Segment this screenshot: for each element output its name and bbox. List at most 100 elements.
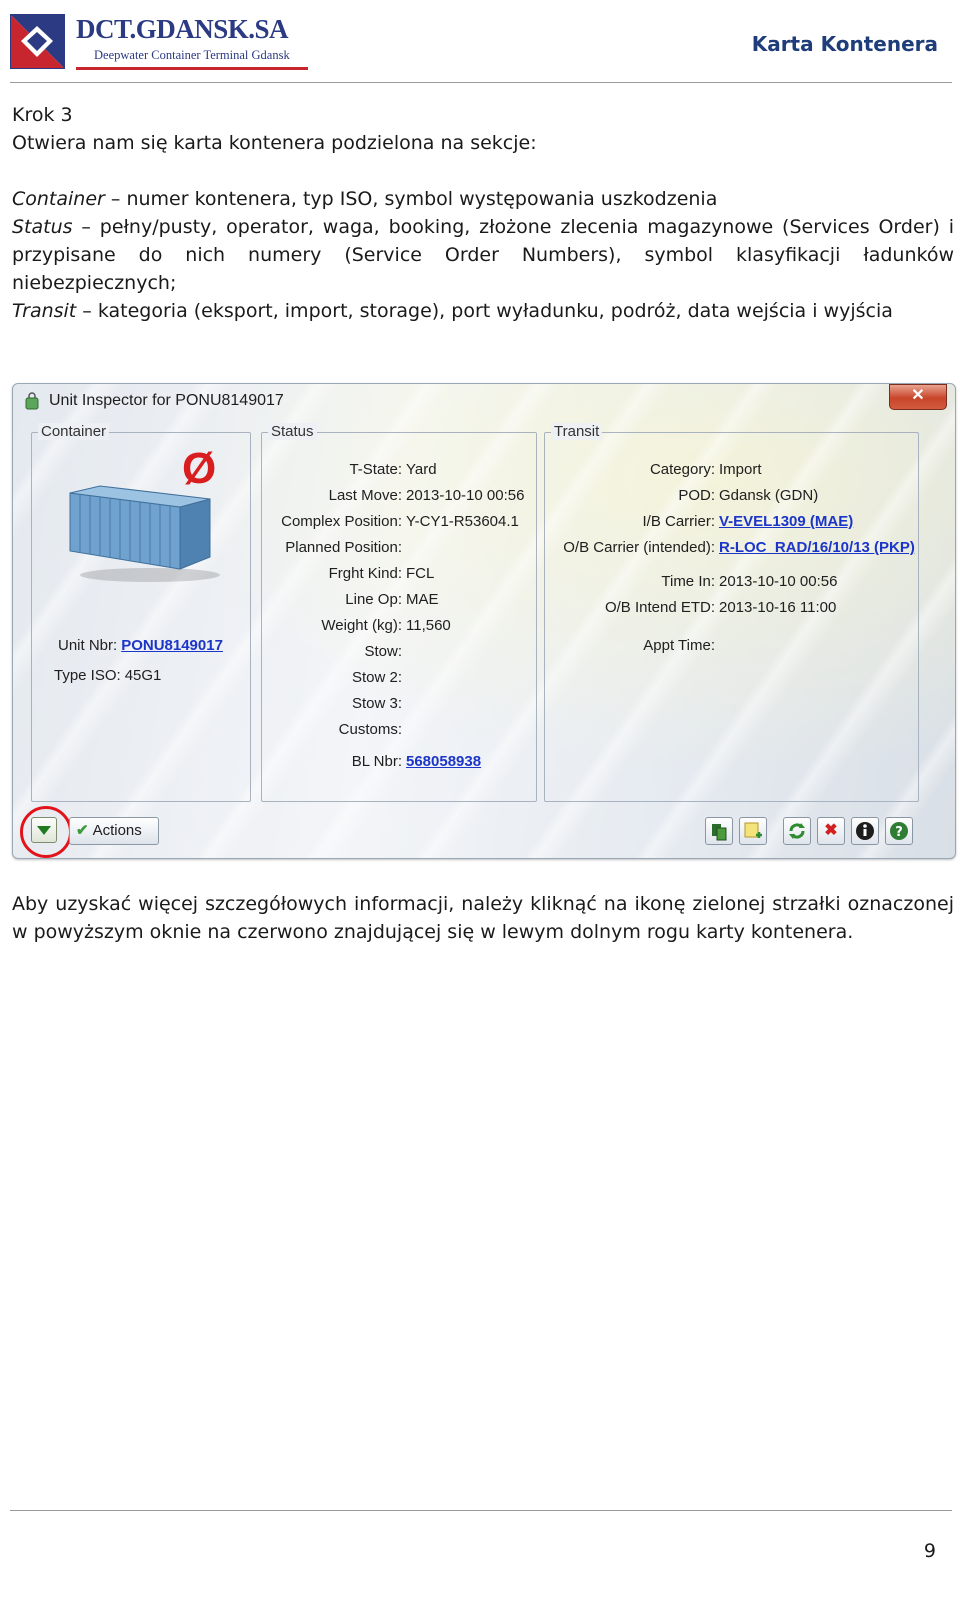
info-icon <box>856 822 874 840</box>
transit-row: O/B Intend ETD: 2013-10-16 11:00 <box>545 599 836 616</box>
status-value: Yard <box>406 461 437 478</box>
copy-icon <box>712 824 727 841</box>
unit-nbr-link[interactable]: PONU8149017 <box>121 637 223 654</box>
container-legend: Container <box>38 423 110 440</box>
status-row: Stow 2: <box>262 669 406 686</box>
unit-nbr-label: Unit Nbr: <box>58 637 118 654</box>
footer-divider <box>10 1510 952 1511</box>
transit-label: Category: <box>649 461 715 478</box>
transit-value: 2013-10-10 00:56 <box>719 573 838 590</box>
type-iso-row: Type ISO: 45G1 <box>54 667 161 684</box>
transit-label: Appt Time: <box>643 637 715 654</box>
ob-carrier-row: O/B Carrier (intended): R-LOC RAD/16/10/1… <box>545 539 915 556</box>
container-3d-icon <box>69 485 220 582</box>
status-label: Frght Kind: <box>328 565 402 582</box>
checkmark-icon: ✔ <box>76 822 89 839</box>
actions-button[interactable]: ✔ Actions <box>69 817 159 845</box>
add-note-button[interactable] <box>739 817 767 845</box>
status-label: Customs: <box>338 721 402 738</box>
status-panel: Status T-State: Yard Last Move: 2013-10-10… <box>261 423 537 802</box>
status-row: Frght Kind: FCL <box>262 565 435 582</box>
header-divider <box>10 82 952 83</box>
section-desc: – pełny/pusty, operator, waga, booking, … <box>12 216 954 294</box>
section-status: Status – pełny/pusty, operator, waga, bo… <box>12 213 954 297</box>
status-value: Y-CY1-R53604.1 <box>406 513 519 530</box>
info-button[interactable] <box>851 817 879 845</box>
svg-text:?: ? <box>895 825 903 840</box>
step-heading: Krok 3 <box>12 104 73 126</box>
help-button[interactable]: ? <box>885 817 913 845</box>
transit-label: O/B Carrier (intended): <box>563 539 715 556</box>
transit-value: 2013-10-16 11:00 <box>719 599 837 616</box>
status-value: FCL <box>406 565 435 582</box>
status-label: Last Move: <box>328 487 402 504</box>
status-label: Stow: <box>364 643 402 660</box>
help-icon: ? <box>890 822 908 840</box>
ob-carrier-link[interactable]: R-LOC RAD/16/10/13 (PKP) <box>719 539 915 556</box>
transit-legend: Transit <box>551 423 603 440</box>
intro-lead: Otwiera nam się karta kontenera podzielo… <box>12 132 537 154</box>
intro-block: Krok 3 Otwiera nam się karta kontenera p… <box>12 101 954 157</box>
logo-wordmark: DCT.GDANSK.SA <box>76 14 289 44</box>
window-app-icon <box>25 392 39 410</box>
status-row: Weight (kg): 11,560 <box>262 617 451 634</box>
status-value: 11,560 <box>406 617 451 634</box>
section-desc: – kategoria (eksport, import, storage), … <box>76 300 893 322</box>
dct-logo-mark-icon <box>10 14 65 69</box>
document-title: Karta Kontenera <box>751 32 938 56</box>
actions-label: Actions <box>92 822 142 839</box>
instruction-text: Aby uzyskać więcej szczegółowych informa… <box>12 893 954 943</box>
status-label: Stow 3: <box>351 695 402 712</box>
status-row: Line Op: MAE <box>262 591 439 608</box>
status-label: Planned Position: <box>285 539 402 556</box>
status-label: Stow 2: <box>351 669 402 686</box>
instruction-paragraph: Aby uzyskać więcej szczegółowych informa… <box>12 890 954 946</box>
transit-value: Gdansk (GDN) <box>719 487 819 504</box>
container-panel: Container Ø Unit Nbr: PONU8149017 Type IS… <box>31 423 251 802</box>
status-value: MAE <box>406 591 439 608</box>
status-row: Last Move: 2013-10-10 00:56 <box>262 487 525 504</box>
section-desc: – numer kontenera, typ ISO, symbol wystę… <box>104 188 718 210</box>
section-transit: Transit – kategoria (eksport, import, st… <box>12 297 954 325</box>
status-label: Complex Position: <box>281 513 402 530</box>
transit-row: Appt Time: <box>545 637 719 654</box>
bl-nbr-link[interactable]: 568058938 <box>406 753 481 770</box>
refresh-button[interactable] <box>783 817 811 845</box>
section-container: Container – numer kontenera, typ ISO, sy… <box>12 185 954 213</box>
dialog-bottom-bar: ✔ Actions ✖ ? <box>13 804 955 858</box>
transit-panel: Transit Category: Import POD: Gdansk (GDN)… <box>544 423 919 802</box>
status-label: Line Op: <box>345 591 402 608</box>
window-close-button[interactable]: ✕ <box>889 384 947 410</box>
transit-row: POD: Gdansk (GDN) <box>545 487 818 504</box>
status-row: Stow 3: <box>262 695 406 712</box>
add-note-icon <box>744 822 762 838</box>
delete-icon: ✖ <box>824 822 838 839</box>
highlight-circle <box>20 806 72 858</box>
status-label: BL Nbr: <box>351 753 402 770</box>
type-iso-label: Type ISO: <box>54 667 121 684</box>
section-term: Transit <box>12 300 77 322</box>
status-label: Weight (kg): <box>321 617 402 634</box>
transit-row: Category: Import <box>545 461 762 478</box>
type-iso-value: 45G1 <box>124 667 162 684</box>
company-logo: DCT.GDANSK.SA Deepwater Container Termin… <box>10 12 308 74</box>
page-number: 9 <box>923 1540 936 1562</box>
ib-carrier-link[interactable]: V-EVEL1309 (MAE) <box>719 513 853 530</box>
transit-row: Time In: 2013-10-10 00:56 <box>545 573 837 590</box>
transit-label: POD: <box>678 487 715 504</box>
transit-label: Time In: <box>661 573 715 590</box>
copy-button[interactable] <box>705 817 733 845</box>
delete-button[interactable]: ✖ <box>817 817 845 845</box>
transit-value: Import <box>719 461 762 478</box>
refresh-icon <box>789 823 805 839</box>
section-term: Container <box>12 188 105 210</box>
logo-tagline: Deepwater Container Terminal Gdansk <box>94 48 290 62</box>
logo-underline <box>76 67 308 70</box>
window-title: Unit Inspector for PONU8149017 <box>49 392 284 409</box>
status-row: Planned Position: <box>262 539 406 556</box>
status-row: Complex Position: Y-CY1-R53604.1 <box>262 513 519 530</box>
window-titlebar[interactable]: Unit Inspector for PONU8149017 ✕ <box>13 384 955 420</box>
section-term: Status <box>12 216 73 238</box>
transit-label: O/B Intend ETD: <box>604 599 715 616</box>
sections-list: Container – numer kontenera, typ ISO, sy… <box>12 185 954 325</box>
